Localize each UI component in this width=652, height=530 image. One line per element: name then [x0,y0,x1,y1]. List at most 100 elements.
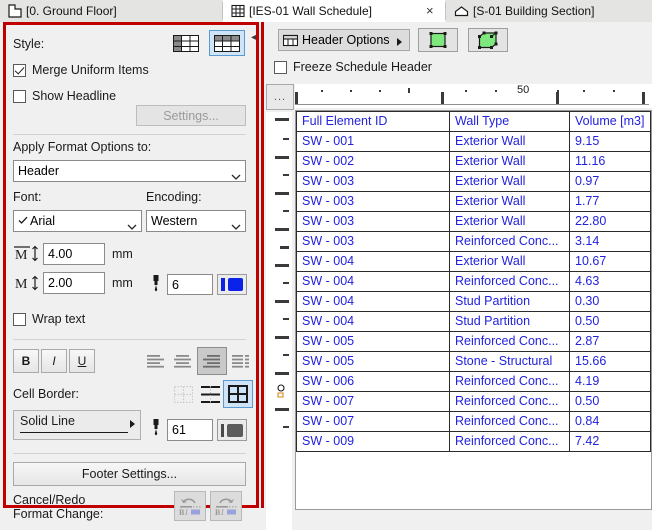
table-row[interactable]: SW - 004 Exterior Wall 10.67 [296,251,651,272]
column-header[interactable]: Full Element ID [296,111,450,132]
table-cell[interactable]: 0.50 [569,391,651,412]
freeze-schedule-header-checkbox[interactable] [274,60,287,74]
table-row[interactable]: SW - 003 Exterior Wall 22.80 [296,211,651,232]
table-cell[interactable]: 11.16 [569,151,651,172]
vertical-ruler[interactable] [266,112,292,530]
table-cell[interactable]: Exterior Wall [449,171,570,192]
table-row[interactable]: SW - 007 Reinforced Conc... 0.50 [296,391,651,412]
table-cell[interactable]: 1.77 [569,191,651,212]
align-justify-button[interactable] [228,349,254,373]
column-header[interactable]: Wall Type [449,111,570,132]
table-cell[interactable]: SW - 003 [296,231,450,252]
text-pen-color-button[interactable] [217,274,247,295]
border-none-button[interactable] [170,382,196,406]
table-row[interactable]: SW - 003 Exterior Wall 0.97 [296,171,651,192]
italic-button[interactable]: I [41,349,67,373]
table-cell[interactable]: 0.50 [569,311,651,332]
table-cell[interactable]: Exterior Wall [449,251,570,272]
table-cell[interactable]: 0.84 [569,411,651,432]
horizontal-ruler[interactable]: 50 [295,84,652,108]
column-header[interactable]: Volume [m3] [569,111,651,132]
table-cell[interactable]: Exterior Wall [449,191,570,212]
table-cell[interactable]: SW - 007 [296,391,450,412]
table-cell[interactable]: SW - 001 [296,131,450,152]
table-cell[interactable]: Reinforced Conc... [449,331,570,352]
table-row[interactable]: SW - 007 Reinforced Conc... 0.84 [296,411,651,432]
table-row[interactable]: SW - 003 Reinforced Conc... 3.14 [296,231,651,252]
table-cell[interactable]: SW - 005 [296,331,450,352]
wrap-text-checkbox[interactable] [13,312,26,326]
style-left-header-button[interactable] [170,31,202,55]
table-row[interactable]: SW - 003 Exterior Wall 1.77 [296,191,651,212]
encoding-select[interactable]: Western [146,210,246,232]
table-cell[interactable]: SW - 007 [296,411,450,432]
table-cell[interactable]: 22.80 [569,211,651,232]
tab-close-icon[interactable]: × [426,3,434,18]
border-pen-input[interactable]: 61 [167,419,213,441]
merge-uniform-items-row[interactable]: Merge Uniform Items [13,63,149,77]
table-row[interactable]: SW - 002 Exterior Wall 11.16 [296,151,651,172]
table-cell[interactable]: SW - 004 [296,291,450,312]
table-row[interactable]: SW - 001 Exterior Wall 9.15 [296,131,651,152]
table-cell[interactable]: 0.97 [569,171,651,192]
style-top-header-button[interactable] [209,30,245,56]
table-cell[interactable]: 0.30 [569,291,651,312]
table-cell[interactable]: Reinforced Conc... [449,371,570,392]
show-headline-row[interactable]: Show Headline [13,89,116,103]
table-cell[interactable]: Reinforced Conc... [449,391,570,412]
freeze-schedule-header-row[interactable]: Freeze Schedule Header [274,60,432,74]
redo-format-button[interactable]: B I [210,491,242,521]
table-cell[interactable]: 3.14 [569,231,651,252]
table-cell[interactable]: 4.19 [569,371,651,392]
table-cell[interactable]: 7.42 [569,431,651,452]
table-row[interactable]: SW - 009 Reinforced Conc... 7.42 [296,431,651,452]
line-type-select[interactable]: Solid Line [13,410,141,440]
align-left-button[interactable] [143,349,169,373]
table-cell[interactable]: 10.67 [569,251,651,272]
wrap-text-row[interactable]: Wrap text [13,312,85,326]
text-xheight-input[interactable]: 2.00 [43,272,105,294]
headline-settings-button[interactable]: Settings... [136,105,246,126]
tab-wall-schedule[interactable]: [IES-01 Wall Schedule] × [223,0,445,22]
table-cell[interactable]: SW - 004 [296,271,450,292]
underline-button[interactable]: U [69,349,95,373]
text-height-input[interactable]: 4.00 [43,243,105,265]
select-3d-button[interactable] [468,28,508,52]
table-row[interactable]: SW - 004 Reinforced Conc... 4.63 [296,271,651,292]
table-row[interactable]: SW - 006 Reinforced Conc... 4.19 [296,371,651,392]
table-cell[interactable]: SW - 002 [296,151,450,172]
border-pen-color-button[interactable] [217,419,247,441]
border-all-button[interactable] [223,380,253,408]
table-cell[interactable]: Reinforced Conc... [449,411,570,432]
align-right-button[interactable] [197,347,227,375]
align-center-button[interactable] [170,349,196,373]
table-cell[interactable]: Reinforced Conc... [449,231,570,252]
apply-format-options-select[interactable]: Header [13,160,246,182]
bold-button[interactable]: B [13,349,39,373]
table-row[interactable]: SW - 005 Stone - Structural 15.66 [296,351,651,372]
table-cell[interactable]: Reinforced Conc... [449,271,570,292]
select-2d-button[interactable] [418,28,458,52]
table-cell[interactable]: 4.63 [569,271,651,292]
table-cell[interactable]: Exterior Wall [449,211,570,232]
table-cell[interactable]: SW - 003 [296,171,450,192]
table-row[interactable]: SW - 004 Stud Partition 0.30 [296,291,651,312]
tab-ground-floor[interactable]: [0. Ground Floor] [0,0,222,22]
table-cell[interactable]: SW - 005 [296,351,450,372]
table-cell[interactable]: SW - 009 [296,431,450,452]
table-cell[interactable]: SW - 006 [296,371,450,392]
ruler-corner-button[interactable]: ... [266,84,294,110]
table-cell[interactable]: SW - 003 [296,211,450,232]
table-cell[interactable]: Exterior Wall [449,131,570,152]
table-row[interactable]: SW - 005 Reinforced Conc... 2.87 [296,331,651,352]
footer-settings-button[interactable]: Footer Settings... [13,462,246,486]
table-cell[interactable]: Stud Partition [449,311,570,332]
tab-building-section[interactable]: [S-01 Building Section] [446,0,652,22]
table-cell[interactable]: SW - 004 [296,311,450,332]
table-cell[interactable]: SW - 004 [296,251,450,272]
table-cell[interactable]: Stud Partition [449,291,570,312]
undo-format-button[interactable]: B I [174,491,206,521]
panel-collapse-arrow-icon[interactable]: ◂ [251,32,256,43]
table-header-row[interactable]: Full Element ID Wall Type Volume [m3] [296,111,651,132]
text-pen-input[interactable]: 6 [167,274,213,295]
